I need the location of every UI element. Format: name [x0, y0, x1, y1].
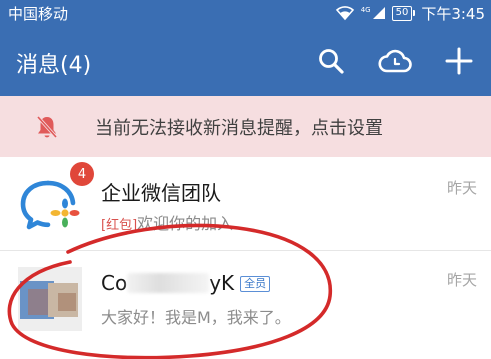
conversation-name: 企业微信团队 — [101, 181, 221, 205]
blurred-avatar-image — [18, 267, 82, 331]
cloud-button[interactable] — [363, 26, 427, 96]
cloud-icon — [378, 49, 412, 73]
conversation-time: 昨天 — [446, 179, 477, 197]
search-button[interactable] — [299, 26, 363, 96]
conversation-row[interactable]: Co yK 全员 大家好！我是M，我来了。 昨天 — [0, 250, 491, 343]
plus-icon — [445, 47, 473, 75]
battery-level: 50 — [391, 5, 413, 21]
conversation-time: 昨天 — [446, 271, 477, 289]
battery-icon: 50 — [391, 5, 416, 21]
conversation-list: 4 企业微信团队 [红包]欢迎你的加入 昨天 Co yK 全员 大家好！我是M，我来 — [0, 157, 491, 343]
conversation-name: Co yK 全员 — [101, 271, 271, 295]
all-members-tag: 全员 — [240, 276, 271, 292]
app-bar-actions — [299, 26, 491, 96]
status-indicators: 4G 50 下午3:45 — [335, 2, 485, 24]
notification-settings-banner[interactable]: 当前无法接收新消息提醒，点击设置 — [0, 96, 491, 157]
conversation-row[interactable]: 4 企业微信团队 [红包]欢迎你的加入 昨天 — [0, 157, 491, 250]
name-suffix: yK — [209, 271, 235, 295]
conversation-preview: 大家好！我是M，我来了。 — [101, 308, 291, 327]
app-bar: 消息(4) — [0, 26, 491, 96]
screen: 中国移动 4G 50 下午3:45 消息(4) 当前无法接收新消息提醒，点击设置… — [0, 0, 491, 359]
bell-off-icon — [36, 115, 58, 139]
unread-badge: 4 — [70, 162, 94, 186]
name-prefix: Co — [101, 271, 128, 295]
wecom-logo-icon — [20, 180, 80, 230]
search-icon — [319, 49, 344, 74]
banner-text: 当前无法接收新消息提醒，点击设置 — [95, 118, 383, 139]
preview-text: 欢迎你的加入 — [137, 214, 234, 233]
wecom-team-avatar — [18, 173, 82, 237]
carrier-label: 中国移动 — [8, 5, 69, 23]
clock: 下午3:45 — [421, 4, 485, 23]
status-bar: 中国移动 4G 50 下午3:45 — [0, 0, 491, 26]
page-title: 消息(4) — [16, 53, 92, 78]
group-avatar — [18, 267, 82, 331]
network-type-label: 4G — [360, 6, 371, 14]
signal-icon: 4G — [361, 6, 386, 20]
red-packet-tag: [红包] — [101, 218, 138, 233]
conversation-preview: [红包]欢迎你的加入 — [101, 210, 233, 234]
redacted-name — [127, 273, 210, 293]
add-button[interactable] — [427, 26, 491, 96]
wifi-icon — [335, 5, 355, 21]
